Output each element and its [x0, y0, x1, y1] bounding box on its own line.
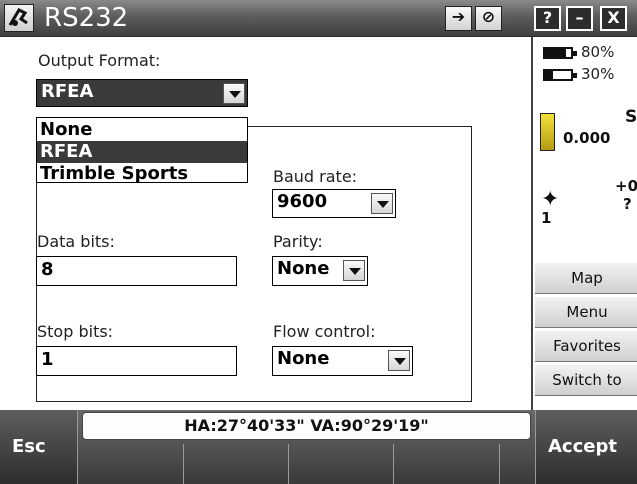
connect-button[interactable]: ➔: [445, 6, 472, 31]
menu-button[interactable]: Menu: [535, 296, 637, 328]
parity-label: Parity:: [273, 232, 323, 251]
battery-1-icon: [543, 47, 577, 59]
chevron-down-icon[interactable]: [371, 193, 393, 214]
stop-bits-label: Stop bits:: [37, 322, 114, 341]
softkey-divider: [499, 444, 500, 484]
instrument-icon: [8, 8, 28, 26]
dropdown-option-none[interactable]: None: [37, 119, 247, 141]
stop-bits-value: 1: [41, 349, 54, 370]
close-icon: X: [607, 8, 620, 27]
title-bar: RS232 ➔ ⊘ ? – X: [0, 0, 637, 37]
map-button[interactable]: Map: [535, 262, 637, 294]
chevron-down-icon[interactable]: [343, 260, 365, 281]
minimize-icon: –: [575, 8, 584, 27]
baud-rate-value: 9600: [277, 191, 328, 212]
esc-label: Esc: [12, 436, 46, 457]
battery-1-value: 80%: [581, 43, 615, 61]
output-format-dropdown: None RFEA Trimble Sports: [36, 117, 248, 185]
baud-rate-label: Baud rate:: [273, 167, 358, 186]
softkey-divider: [393, 444, 394, 484]
accept-button[interactable]: Accept: [535, 410, 637, 484]
angle-status: HA:27°40'33" VA:90°29'19": [82, 412, 531, 440]
help-icon: ?: [542, 8, 553, 27]
esc-button[interactable]: Esc: [0, 410, 78, 484]
accept-label: Accept: [548, 436, 617, 457]
parity-select[interactable]: None: [272, 256, 368, 286]
connect-icon: ➔: [451, 7, 466, 26]
baud-rate-select[interactable]: 9600: [272, 189, 396, 218]
switch-to-button[interactable]: Switch to: [535, 364, 637, 396]
gnss-value-top: +0: [615, 177, 637, 195]
status-panel: 80% 30% S 0.000 ✦ +0 ? 1 Map Menu Favori…: [531, 37, 637, 410]
dropdown-option-trimble-sports[interactable]: Trimble Sports: [37, 163, 247, 185]
data-bits-input[interactable]: 8: [36, 256, 237, 286]
stop-bits-input[interactable]: 1: [36, 346, 237, 376]
favorites-button[interactable]: Favorites: [535, 330, 637, 362]
chevron-down-icon[interactable]: [223, 83, 245, 104]
output-format-value: RFEA: [41, 81, 94, 102]
minimize-button[interactable]: –: [566, 6, 593, 31]
softkey-divider: [288, 444, 289, 484]
dropdown-option-rfea[interactable]: RFEA: [37, 141, 247, 163]
chevron-down-icon[interactable]: [388, 350, 410, 371]
instrument-status-icon[interactable]: [540, 113, 555, 151]
help-button[interactable]: ?: [534, 6, 561, 31]
bottom-bar: Esc HA:27°40'33" VA:90°29'19" Accept: [0, 410, 637, 484]
gnss-value-bottom: ?: [623, 195, 632, 213]
window-title: RS232: [44, 3, 129, 33]
parity-value: None: [277, 258, 330, 279]
data-bits-value: 8: [41, 259, 54, 280]
instrument-value: 0.000: [563, 129, 611, 147]
data-bits-label: Data bits:: [37, 232, 115, 251]
battery-2-value: 30%: [581, 65, 615, 83]
output-format-select[interactable]: RFEA: [36, 79, 248, 107]
battery-2-icon: [543, 69, 577, 81]
gnss-count: 1: [541, 209, 552, 227]
softkey-divider: [183, 444, 184, 484]
close-button[interactable]: X: [600, 6, 627, 31]
instrument-label: S: [625, 107, 637, 127]
flow-control-value: None: [277, 348, 330, 369]
stop-icon: ⊘: [481, 7, 496, 26]
stop-button[interactable]: ⊘: [475, 6, 502, 31]
rs232-form: Output Format: RFEA Baud rate: 9600 Data…: [0, 37, 531, 410]
output-format-label: Output Format:: [38, 51, 161, 70]
flow-control-select[interactable]: None: [272, 346, 413, 376]
flow-control-label: Flow control:: [273, 322, 376, 341]
app-icon[interactable]: [4, 4, 34, 32]
